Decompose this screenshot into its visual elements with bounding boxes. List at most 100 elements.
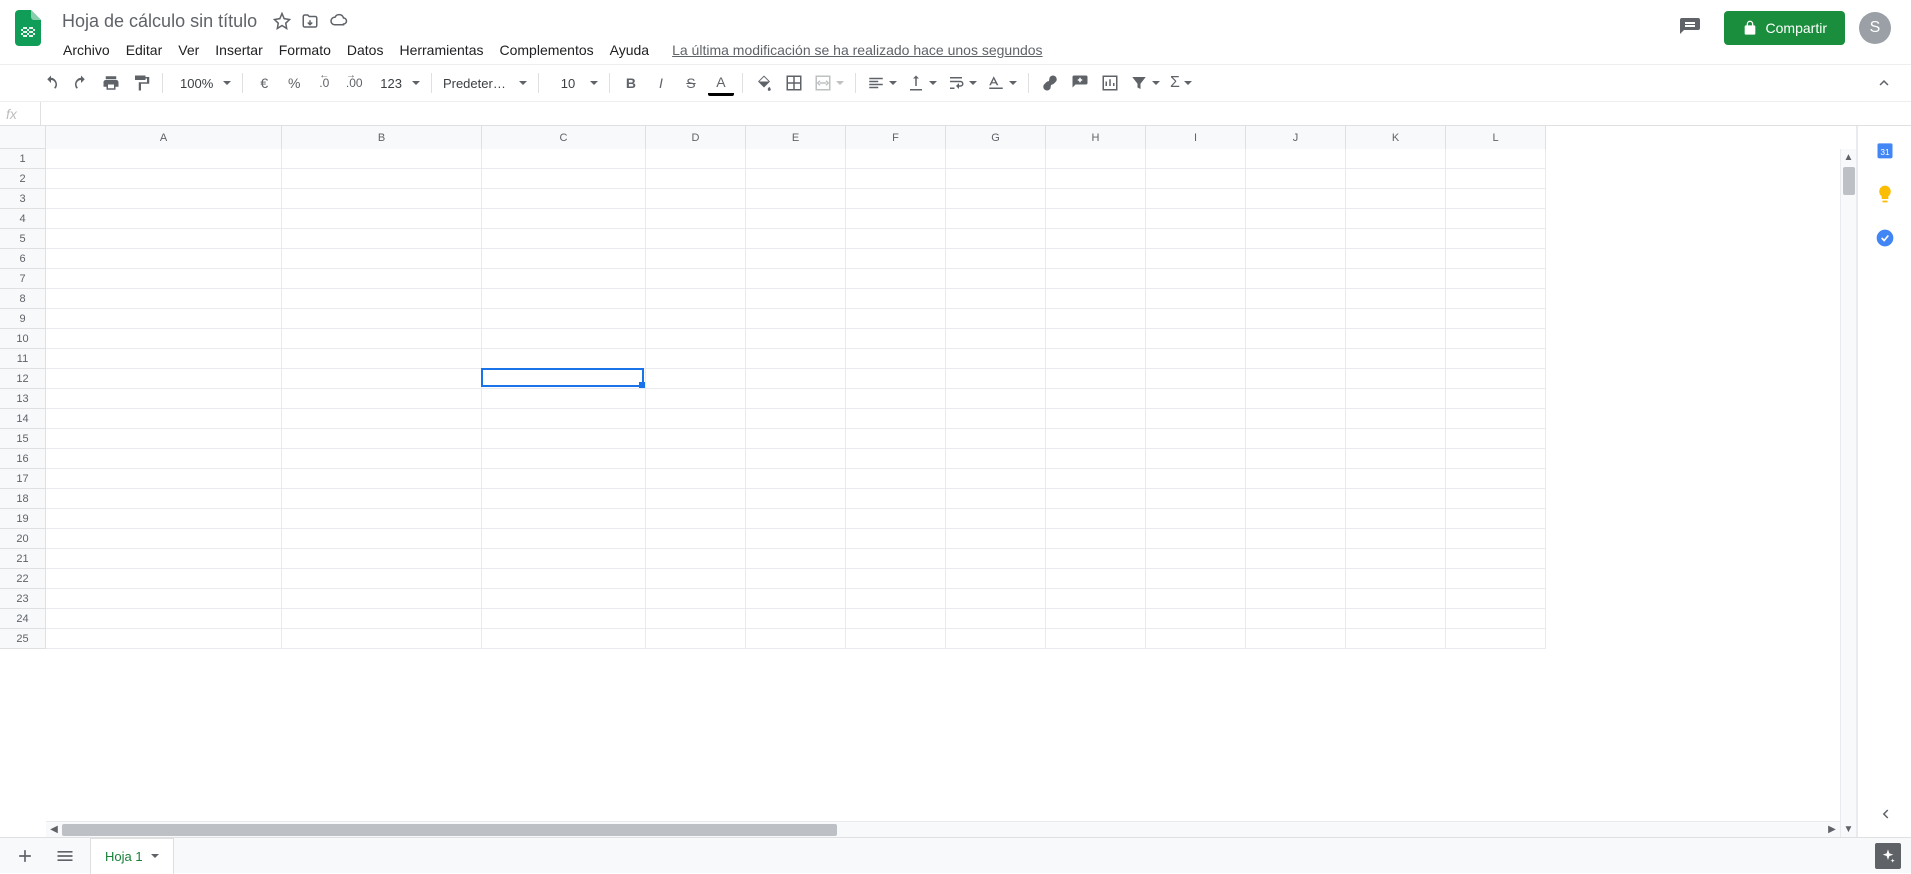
cell[interactable] (1446, 169, 1546, 189)
cell[interactable] (1446, 329, 1546, 349)
cell[interactable] (482, 409, 646, 429)
cell[interactable] (1346, 369, 1446, 389)
menu-editar[interactable]: Editar (119, 38, 170, 62)
cell[interactable] (46, 189, 282, 209)
cell[interactable] (282, 149, 482, 169)
borders-button[interactable] (781, 70, 807, 96)
cell[interactable] (482, 329, 646, 349)
cell[interactable] (1146, 309, 1246, 329)
horizontal-align-button[interactable] (864, 70, 900, 96)
cell[interactable] (1046, 449, 1146, 469)
cell[interactable] (946, 389, 1046, 409)
calendar-icon[interactable]: 31 (1875, 140, 1895, 160)
column-header[interactable]: K (1346, 126, 1446, 149)
cell[interactable] (646, 369, 746, 389)
cell[interactable] (846, 189, 946, 209)
cell[interactable] (482, 449, 646, 469)
cell[interactable] (846, 269, 946, 289)
cell[interactable] (1246, 509, 1346, 529)
scroll-up-button[interactable]: ▲ (1841, 149, 1856, 165)
account-avatar[interactable]: S (1859, 12, 1891, 44)
cell[interactable] (1446, 409, 1546, 429)
row-header[interactable]: 23 (0, 589, 45, 609)
all-sheets-button[interactable] (50, 841, 80, 871)
cell[interactable] (282, 429, 482, 449)
row-header[interactable]: 1 (0, 149, 45, 169)
cell[interactable] (1046, 209, 1146, 229)
cell[interactable] (746, 289, 846, 309)
cell[interactable] (646, 629, 746, 649)
cell[interactable] (946, 629, 1046, 649)
row-header[interactable]: 15 (0, 429, 45, 449)
cell[interactable] (46, 349, 282, 369)
cell[interactable] (846, 629, 946, 649)
cell[interactable] (646, 409, 746, 429)
cell[interactable] (1146, 389, 1246, 409)
decrease-decimal-button[interactable]: .0← (311, 70, 337, 96)
insert-chart-button[interactable] (1097, 70, 1123, 96)
cell[interactable] (746, 509, 846, 529)
row-header[interactable]: 20 (0, 529, 45, 549)
cell[interactable] (1246, 329, 1346, 349)
cell[interactable] (1046, 389, 1146, 409)
cell[interactable] (482, 389, 646, 409)
cell[interactable] (1446, 289, 1546, 309)
cell[interactable] (1246, 409, 1346, 429)
row-header[interactable]: 24 (0, 609, 45, 629)
cell[interactable] (46, 389, 282, 409)
cell[interactable] (1346, 409, 1446, 429)
cell[interactable] (1446, 449, 1546, 469)
cell[interactable] (1346, 349, 1446, 369)
cell[interactable] (1246, 189, 1346, 209)
redo-button[interactable] (68, 70, 94, 96)
cell[interactable] (746, 429, 846, 449)
filter-button[interactable] (1127, 70, 1163, 96)
cell[interactable] (846, 569, 946, 589)
cell[interactable] (646, 549, 746, 569)
cell[interactable] (746, 249, 846, 269)
cell[interactable] (1146, 409, 1246, 429)
cell[interactable] (946, 349, 1046, 369)
cell[interactable] (646, 569, 746, 589)
row-header[interactable]: 13 (0, 389, 45, 409)
cell[interactable] (282, 549, 482, 569)
scroll-down-button[interactable]: ▼ (1841, 821, 1856, 837)
cell[interactable] (482, 629, 646, 649)
cell[interactable] (946, 589, 1046, 609)
cell[interactable] (746, 609, 846, 629)
undo-button[interactable] (38, 70, 64, 96)
cell[interactable] (846, 529, 946, 549)
zoom-dropdown[interactable]: 100% (171, 70, 234, 96)
cell[interactable] (1246, 149, 1346, 169)
cell[interactable] (746, 589, 846, 609)
cell[interactable] (1446, 509, 1546, 529)
cell[interactable] (746, 329, 846, 349)
cell[interactable] (282, 289, 482, 309)
cell[interactable] (1046, 489, 1146, 509)
cell[interactable] (1446, 189, 1546, 209)
cell[interactable] (1146, 429, 1246, 449)
app-logo[interactable] (8, 8, 48, 48)
cell[interactable] (1146, 349, 1246, 369)
cell[interactable] (1146, 249, 1246, 269)
cell[interactable] (1146, 229, 1246, 249)
cell[interactable] (846, 549, 946, 569)
cell[interactable] (1046, 229, 1146, 249)
cell[interactable] (946, 569, 1046, 589)
cell[interactable] (1246, 369, 1346, 389)
cell[interactable] (482, 609, 646, 629)
cell[interactable] (746, 569, 846, 589)
cell[interactable] (746, 389, 846, 409)
cell[interactable] (482, 469, 646, 489)
cell[interactable] (282, 329, 482, 349)
cell[interactable] (482, 529, 646, 549)
row-header[interactable]: 11 (0, 349, 45, 369)
cell[interactable] (46, 409, 282, 429)
column-header[interactable]: I (1146, 126, 1246, 149)
cell[interactable] (1146, 609, 1246, 629)
column-header[interactable]: A (46, 126, 282, 149)
cell[interactable] (1146, 549, 1246, 569)
cell[interactable] (482, 209, 646, 229)
cell[interactable] (646, 509, 746, 529)
cell[interactable] (282, 369, 482, 389)
